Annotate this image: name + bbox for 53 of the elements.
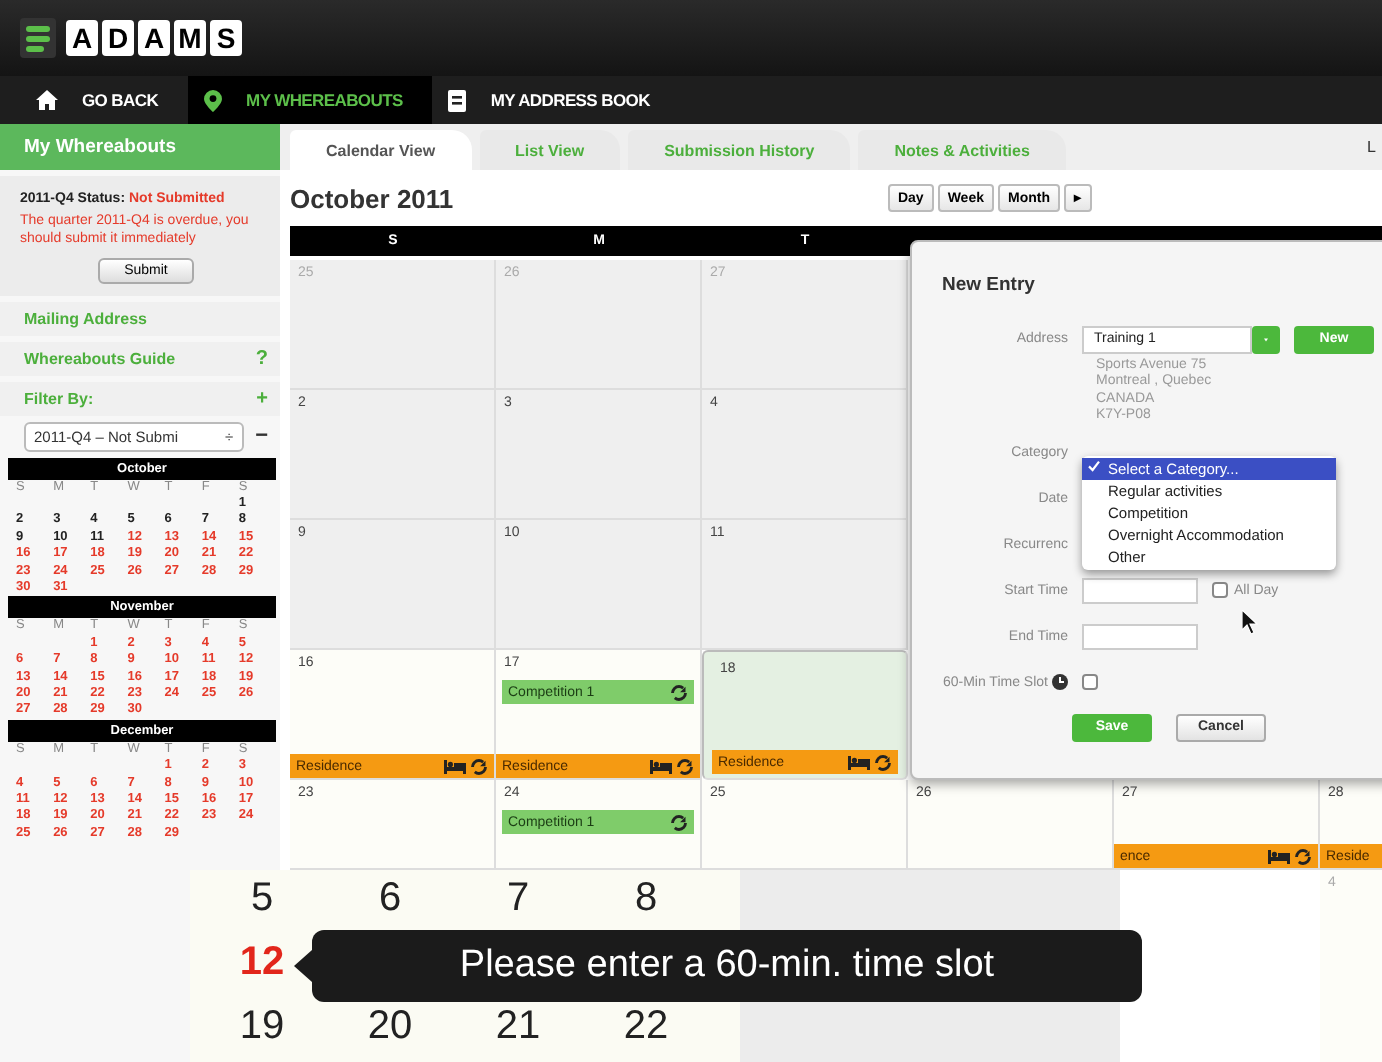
logo-letter: S bbox=[210, 20, 242, 56]
nav-item[interactable]: GO BACK bbox=[20, 76, 189, 124]
sidebar-link[interactable]: Whereabouts Guide bbox=[24, 349, 176, 367]
start-time-field[interactable] bbox=[1082, 577, 1198, 604]
bed-icon bbox=[1268, 849, 1290, 863]
sync-icon bbox=[670, 683, 688, 701]
tooltip-arrow bbox=[294, 950, 312, 982]
tab[interactable]: Calendar View bbox=[290, 130, 472, 170]
zoomed-day: 7 bbox=[506, 876, 530, 920]
nav-item[interactable]: MY WHEREABOUTS bbox=[188, 76, 433, 124]
zoomed-day: 5 bbox=[250, 876, 274, 920]
sync-icon bbox=[470, 757, 488, 775]
zoomed-day: 19 bbox=[239, 1004, 285, 1048]
sync-icon bbox=[670, 813, 688, 831]
month-title: October 2011 bbox=[290, 183, 454, 213]
sidebar-title: My Whereabouts bbox=[0, 124, 280, 170]
sidebar-link[interactable]: Filter By: bbox=[24, 389, 94, 407]
tab[interactable]: Notes & Activities bbox=[858, 130, 1066, 170]
zoomed-day: 21 bbox=[495, 1004, 541, 1048]
zoomed-day: 20 bbox=[367, 1004, 413, 1048]
logo-letter: A bbox=[66, 20, 98, 56]
zoomed-day: 8 bbox=[634, 876, 658, 920]
sync-icon bbox=[1294, 847, 1312, 865]
tab[interactable]: List View bbox=[479, 130, 621, 170]
help-button[interactable]: ? bbox=[255, 347, 268, 369]
sync-icon bbox=[676, 757, 694, 775]
logo-letter: M bbox=[174, 20, 206, 56]
home-icon bbox=[36, 90, 58, 110]
zoomed-day: 22 bbox=[623, 1004, 669, 1048]
address-book-icon bbox=[448, 89, 467, 111]
expand-button[interactable]: + bbox=[256, 387, 268, 409]
location-pin-icon bbox=[204, 89, 223, 111]
nav-item[interactable]: MY ADDRESS BOOK bbox=[432, 76, 680, 124]
logo-mark-icon bbox=[20, 18, 56, 58]
bed-icon bbox=[444, 759, 466, 773]
end-time-field[interactable] bbox=[1082, 623, 1198, 650]
dropdown-button[interactable] bbox=[1252, 325, 1280, 353]
mouse-cursor-icon bbox=[1242, 610, 1258, 634]
zoomed-day: 12 bbox=[239, 940, 285, 984]
checkbox[interactable] bbox=[1212, 582, 1228, 599]
tab-overflow-text: L bbox=[1367, 138, 1376, 156]
bed-icon bbox=[848, 755, 870, 769]
tooltip: Please enter a 60-min. time slot bbox=[312, 930, 1142, 1002]
zoomed-day: 6 bbox=[378, 876, 402, 920]
tab[interactable]: Submission History bbox=[628, 130, 851, 170]
logo-letter: A bbox=[138, 20, 170, 56]
clock-icon bbox=[1052, 674, 1068, 691]
bed-icon bbox=[650, 759, 672, 773]
sync-icon bbox=[874, 753, 892, 771]
logo-letter: D bbox=[102, 20, 134, 56]
remove-filter-button[interactable]: − bbox=[255, 424, 268, 448]
dialog-title: New Entry bbox=[942, 274, 1037, 296]
checkbox[interactable] bbox=[1082, 674, 1098, 691]
